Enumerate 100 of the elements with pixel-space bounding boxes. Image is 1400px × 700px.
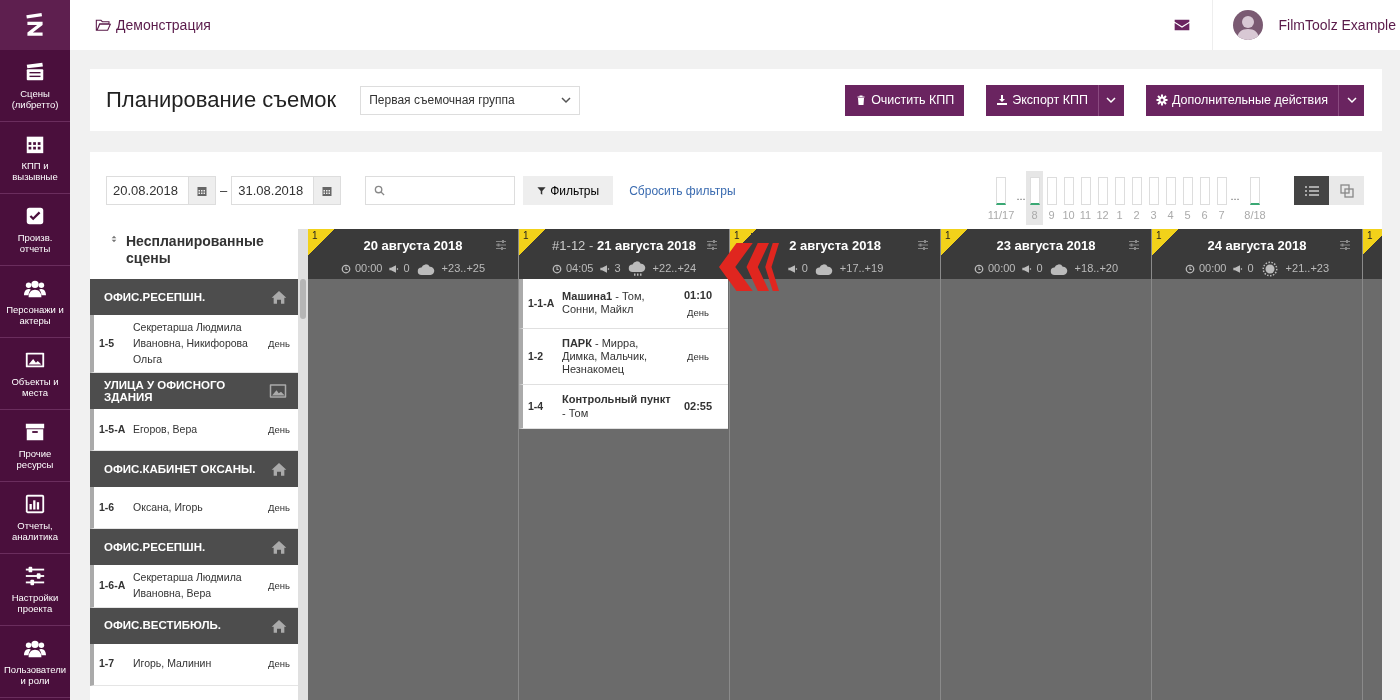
- scene-card[interactable]: 1-4 Контрольный пункт - Том 02:55: [519, 385, 728, 429]
- scene-row[interactable]: 1-5 Секретарша Людмила Ивановна, Никифорова Ольга День: [90, 315, 298, 374]
- day-badge: 1: [308, 229, 334, 255]
- reset-filters-link[interactable]: Сбросить фильтры: [629, 181, 736, 200]
- nav-label: Объекты и места: [10, 376, 60, 399]
- download-icon: [996, 94, 1009, 106]
- scene-row[interactable]: 1-6 Оксана, Игорь День: [90, 487, 298, 530]
- folder-icon: [94, 17, 112, 33]
- scene-row[interactable]: 1-7 Игорь, Малинин День: [90, 643, 298, 686]
- nav-label: Пользователи и роли: [3, 664, 67, 687]
- dropdown-toggle-button[interactable]: [1338, 84, 1364, 116]
- avatar[interactable]: [1232, 10, 1263, 40]
- page-title: Планирование съемок: [106, 86, 337, 114]
- calendar-icon: [196, 184, 208, 197]
- day-badge: 1: [519, 229, 545, 255]
- scene-card[interactable]: 1-2 ПАРК - Мирра, Димка, Мальчик, Незнакомец День: [519, 328, 728, 386]
- house-icon: [270, 539, 288, 556]
- house-icon: [270, 617, 288, 634]
- user-name[interactable]: FilmToolz Example: [1278, 14, 1396, 36]
- house-icon: [270, 289, 288, 305]
- chevron-down-icon: [1106, 95, 1117, 105]
- day-title: #1-12 - 21 августа 2018: [551, 237, 697, 255]
- nav-label: Настройки проекта: [10, 592, 60, 615]
- sliders-icon: [916, 239, 930, 251]
- copy-icon: [1339, 183, 1354, 198]
- nav-label: Сцены (либретто): [10, 88, 60, 111]
- chevron-down-icon: [561, 95, 572, 105]
- clock-icon: [1184, 263, 1195, 274]
- filter-icon: [537, 185, 547, 196]
- clapper-icon: [24, 60, 46, 83]
- shift-time: 00:00: [1184, 260, 1227, 277]
- temperature: +21..+23: [1285, 261, 1330, 277]
- search-icon: [374, 185, 386, 196]
- day-title: 23 августа 2018: [995, 237, 1097, 255]
- day-badge: 1: [941, 229, 967, 255]
- calendar-button[interactable]: [313, 176, 342, 205]
- date-separator: –: [220, 181, 228, 200]
- nav-label: Персонажи и актеры: [5, 304, 65, 327]
- day-badge: 1: [1363, 229, 1382, 255]
- nav-label: Произв. отчеты: [16, 232, 54, 255]
- temperature: +22..+24: [652, 261, 697, 277]
- sliders-icon: [705, 239, 719, 251]
- calendar-icon: [321, 184, 334, 197]
- arrow-annotation-icon: [719, 243, 779, 291]
- date-field[interactable]: 20.08.2018: [106, 176, 188, 205]
- call-count: 0: [786, 260, 808, 277]
- megaphone-icon: [1232, 263, 1244, 274]
- sliders-icon: [24, 564, 46, 587]
- breadcrumb-link[interactable]: Демонстрация: [116, 14, 211, 36]
- view-toggle-button[interactable]: [1329, 176, 1364, 205]
- day-title: 24 августа 2018: [1206, 237, 1308, 255]
- bar-chart-icon: [24, 492, 46, 515]
- rain-cloud-icon: [626, 259, 647, 278]
- action-button[interactable]: Экспорт КПП: [986, 84, 1098, 116]
- megaphone-icon: [786, 263, 798, 274]
- call-count: 0: [1021, 260, 1043, 277]
- day-title: 20 августа 2018: [362, 237, 464, 255]
- shift-time: 00:00: [340, 260, 383, 277]
- ellipsis: ...: [1016, 190, 1026, 202]
- action-button[interactable]: Очистить КПП: [845, 84, 965, 116]
- location-header: ОФИС.КАБИНЕТ ОКСАНЫ.: [90, 451, 298, 488]
- sort-icon: [110, 233, 118, 245]
- call-count: 0: [388, 260, 410, 277]
- panel-title: Неспланированные сцены: [126, 233, 265, 268]
- group-select[interactable]: Первая съемочная группа: [360, 85, 581, 115]
- location-header: ОФИС.ВЕСТИБЮЛЬ.: [90, 607, 298, 644]
- clock-icon: [973, 263, 984, 274]
- temperature: +17..+19: [839, 261, 884, 277]
- search-field[interactable]: [365, 176, 516, 205]
- chevron-down-icon: [1346, 95, 1357, 105]
- day-title: 2 августа 2018: [788, 237, 882, 255]
- list-icon: [1304, 184, 1319, 197]
- ellipsis: ...: [1230, 190, 1240, 202]
- megaphone-icon: [388, 263, 400, 274]
- location-header: ОФИС.РЕСЕПШН.: [90, 279, 298, 315]
- filters-button[interactable]: Фильтры: [523, 176, 614, 205]
- megaphone-icon: [1021, 263, 1033, 274]
- house-icon: [270, 461, 288, 478]
- call-count: 0: [1232, 260, 1254, 277]
- clock-icon: [551, 263, 562, 274]
- calendar-button[interactable]: [188, 176, 216, 205]
- location-header: ОФИС.РЕСЕПШН.: [90, 529, 298, 566]
- date-field[interactable]: 31.08.2018: [231, 176, 314, 205]
- image-icon: [268, 382, 288, 401]
- nav-label: Прочие ресурсы: [15, 448, 55, 471]
- nav-label: КПП и вызывные: [11, 160, 59, 183]
- dropdown-toggle-button[interactable]: [1097, 84, 1124, 116]
- scene-row[interactable]: 1-5-А Егоров, Вера День: [90, 409, 298, 452]
- call-count: 3: [599, 260, 621, 277]
- sliders-icon: [1127, 239, 1141, 251]
- scrollbar[interactable]: [300, 279, 306, 319]
- temperature: +23..+25: [441, 261, 486, 277]
- temperature: +18..+20: [1074, 261, 1119, 277]
- trash-icon: [855, 94, 868, 106]
- view-toggle-button[interactable]: [1294, 176, 1329, 205]
- day-badge: 1: [1152, 229, 1178, 255]
- sliders-icon: [1338, 239, 1352, 251]
- action-button[interactable]: Дополнительные действия: [1145, 84, 1338, 116]
- megaphone-icon: [599, 263, 611, 274]
- shift-time: 04:05: [551, 260, 594, 277]
